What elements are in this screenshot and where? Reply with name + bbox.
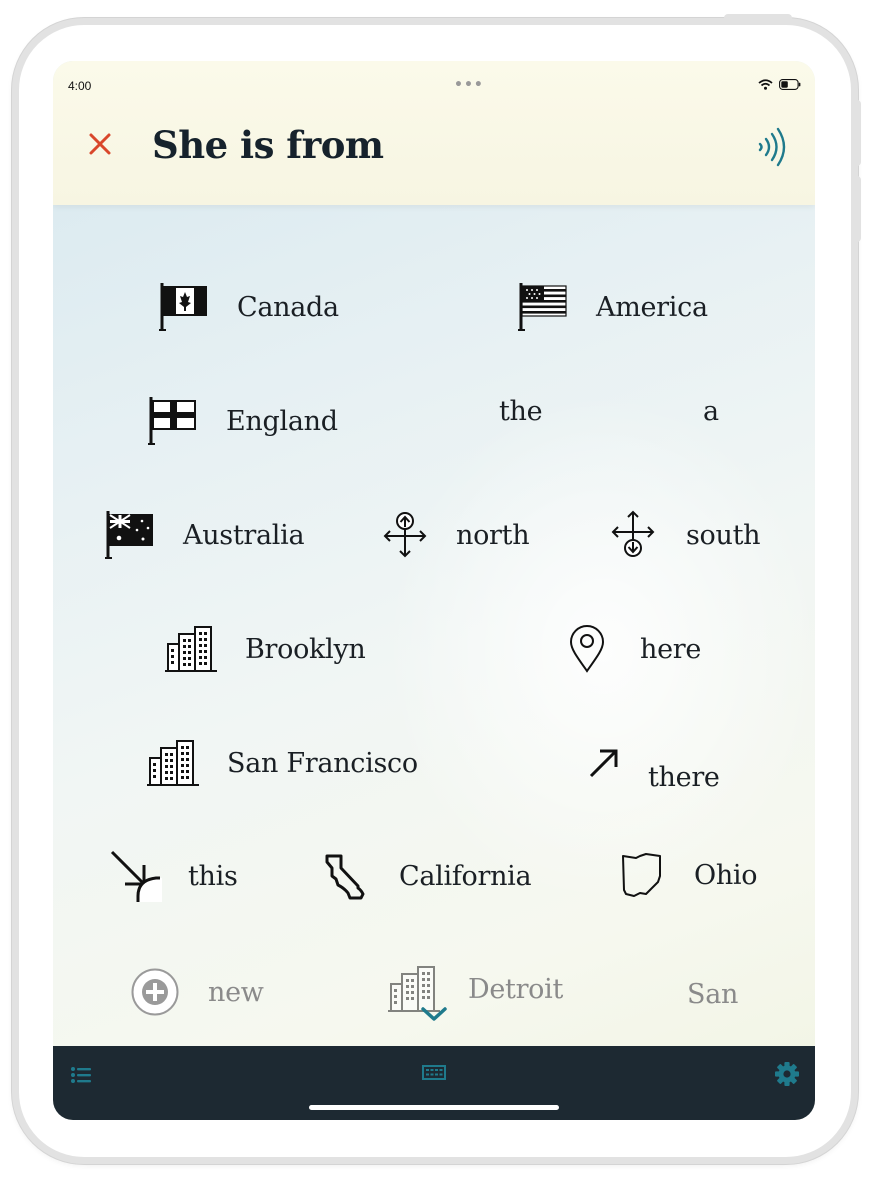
device-volume-down-button — [853, 176, 861, 242]
word-label: there — [648, 762, 720, 793]
word-tile-south[interactable]: south — [610, 510, 761, 560]
gear-icon[interactable] — [774, 1061, 800, 1087]
word-label: America — [596, 291, 708, 323]
word-label: the — [499, 396, 543, 427]
word-tile-america[interactable]: America — [518, 282, 708, 332]
device-volume-up-button — [853, 100, 861, 166]
device-top-button — [724, 14, 792, 22]
chevron-down-icon[interactable] — [420, 1006, 448, 1022]
phrase-text: She is from — [152, 123, 384, 167]
usa-flag-icon — [518, 283, 567, 331]
list-icon[interactable] — [70, 1066, 92, 1084]
speak-icon[interactable] — [755, 125, 789, 169]
word-tile-north[interactable]: north — [382, 510, 530, 560]
compass-south-icon — [611, 510, 655, 557]
australia-flag-icon — [105, 511, 153, 559]
status-icons — [758, 79, 801, 90]
word-tile-detroit[interactable]: Detroit — [388, 964, 563, 1022]
multitask-dots[interactable]: ••• — [454, 77, 484, 93]
word-tile-there[interactable]: there — [586, 732, 720, 793]
battery-icon — [779, 79, 801, 90]
bottom-toolbar — [53, 1046, 815, 1120]
word-tile-the[interactable]: the — [499, 396, 543, 427]
word-tile-san-francisco[interactable]: San Francisco — [147, 738, 418, 788]
word-tile-california[interactable]: California — [324, 852, 532, 900]
status-time: 4:00 — [68, 79, 92, 93]
city-buildings-icon — [147, 740, 199, 786]
word-label: San — [687, 979, 739, 1010]
word-tile-new[interactable]: new — [130, 967, 264, 1017]
city-buildings-icon — [165, 626, 217, 672]
close-icon[interactable] — [87, 131, 113, 157]
word-tile-this[interactable]: this — [108, 848, 238, 904]
app-screen: 4:00 ••• She is from Canada America Engl… — [53, 61, 815, 1120]
word-label: California — [399, 860, 532, 892]
california-shape-icon — [325, 854, 365, 900]
word-label: north — [456, 519, 530, 551]
word-label: Canada — [237, 291, 339, 323]
word-tile-san[interactable]: San — [687, 979, 738, 1010]
england-flag-icon — [148, 397, 196, 445]
word-label: Ohio — [694, 859, 758, 891]
word-label: a — [703, 396, 719, 427]
arrow-this-icon — [110, 850, 162, 902]
word-label: Australia — [183, 519, 305, 551]
word-label: south — [686, 519, 761, 551]
canada-flag-icon — [159, 283, 207, 331]
wifi-icon — [758, 79, 773, 90]
compass-north-icon — [383, 512, 427, 558]
word-label: new — [208, 976, 264, 1008]
arrow-up-right-icon — [589, 749, 618, 777]
word-tile-australia[interactable]: Australia — [105, 510, 305, 560]
ohio-shape-icon — [622, 853, 661, 897]
word-label: this — [188, 860, 238, 892]
location-pin-icon — [569, 625, 605, 673]
word-tile-canada[interactable]: Canada — [159, 282, 339, 332]
word-tile-a[interactable]: a — [703, 396, 719, 427]
word-label: England — [226, 405, 338, 437]
word-tile-here[interactable]: here — [567, 624, 701, 674]
word-label: Detroit — [468, 973, 564, 1005]
word-label: here — [640, 633, 702, 665]
plus-circle-icon — [131, 968, 179, 1016]
word-tile-england[interactable]: England — [148, 396, 338, 446]
word-tile-brooklyn[interactable]: Brooklyn — [165, 624, 366, 674]
detroit-icon-group — [388, 964, 447, 1022]
word-tile-ohio[interactable]: Ohio — [620, 852, 758, 898]
word-label: San Francisco — [227, 747, 418, 779]
phrase-header: 4:00 ••• She is from — [53, 61, 815, 205]
keyboard-grid-icon[interactable] — [422, 1064, 446, 1082]
word-label: Brooklyn — [245, 633, 366, 665]
home-indicator[interactable] — [309, 1105, 559, 1110]
